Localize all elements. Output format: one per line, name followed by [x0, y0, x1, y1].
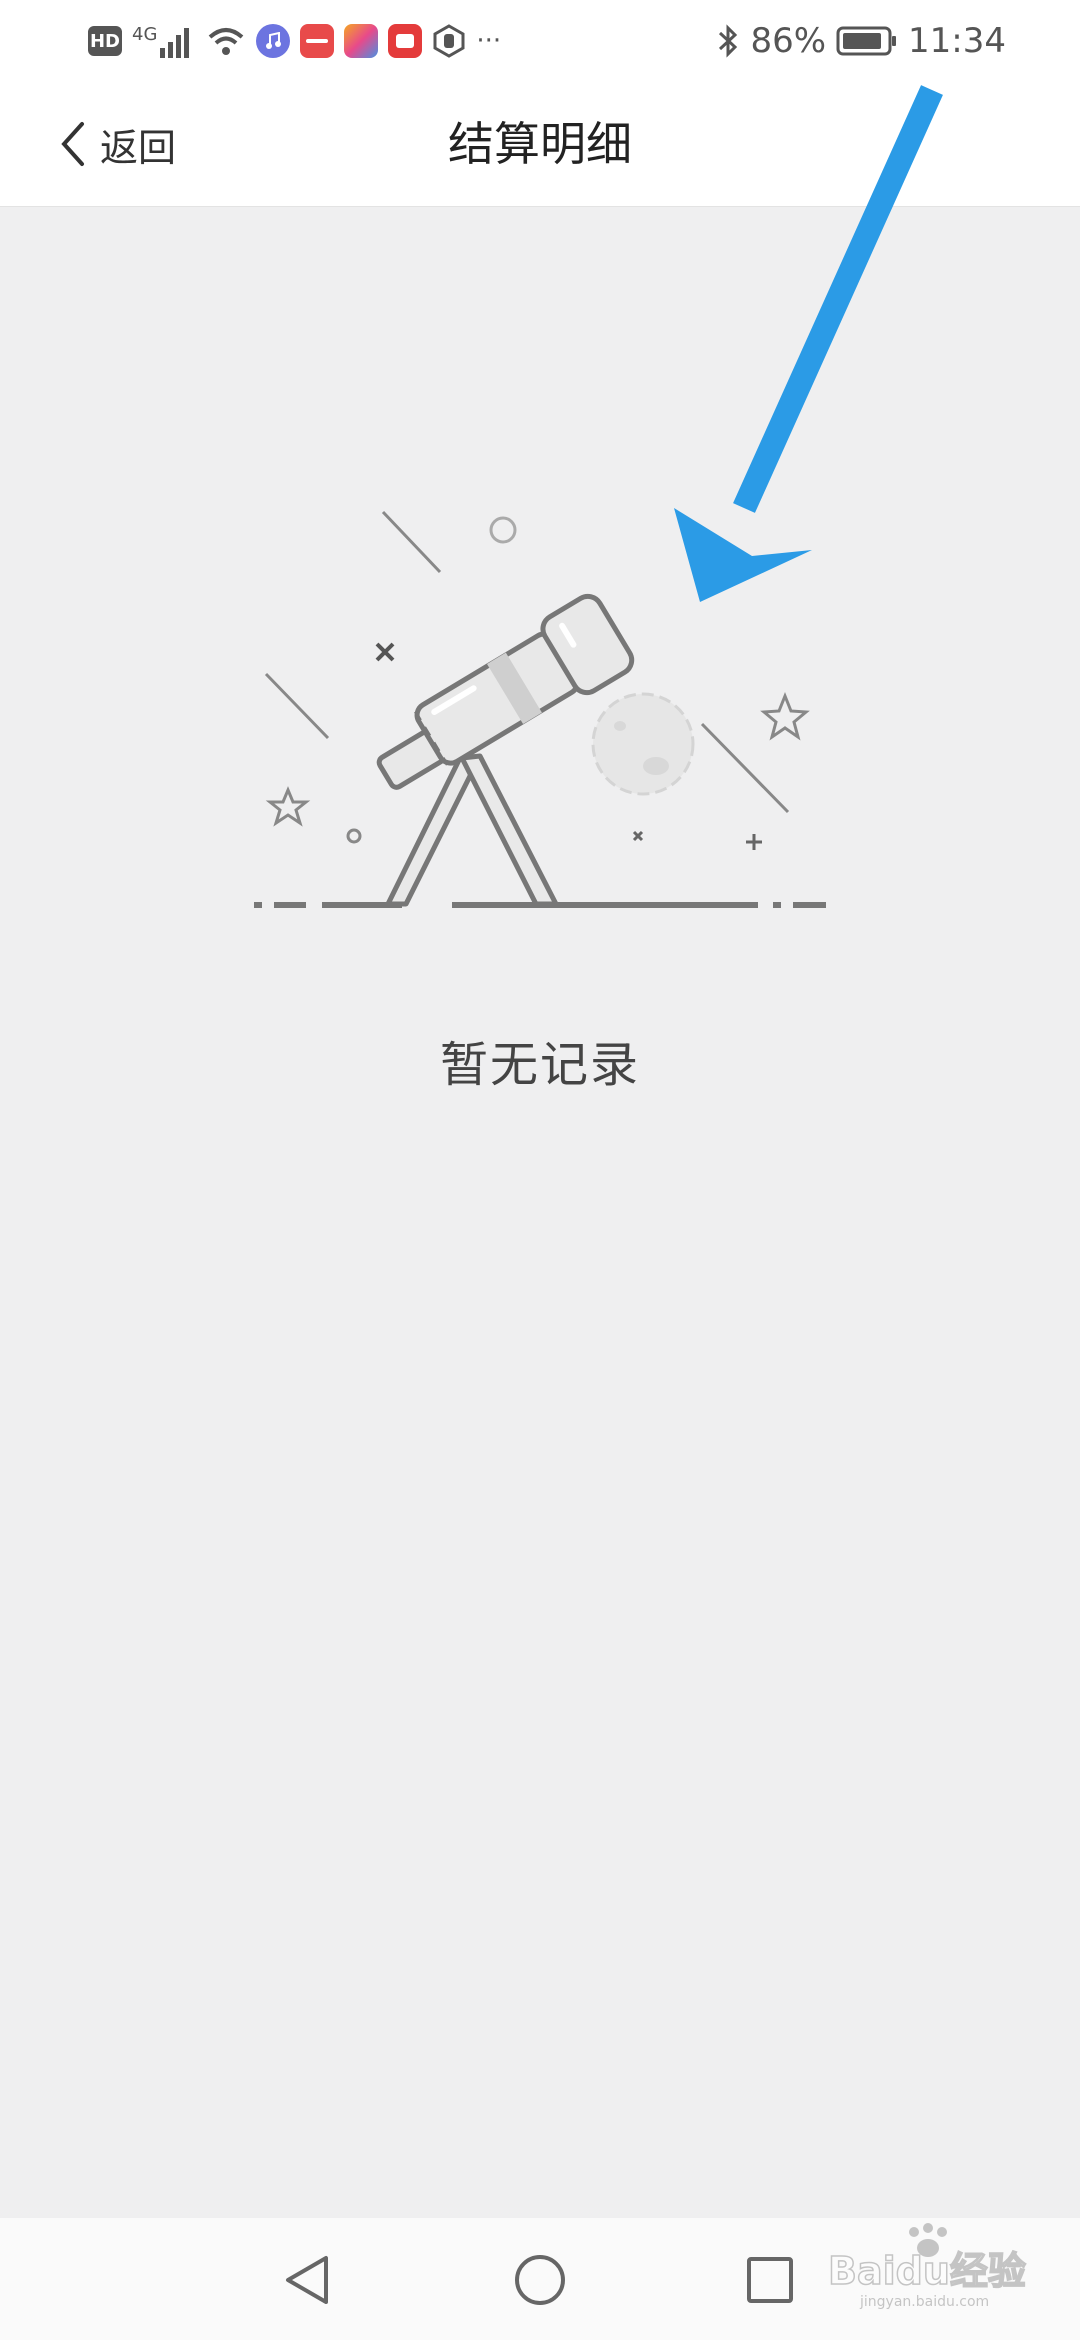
- status-right: 86% 11:34: [716, 18, 1006, 64]
- decor-circle: [489, 516, 517, 544]
- wifi-icon: [209, 28, 244, 55]
- moon-icon: [591, 692, 695, 796]
- nav-back-button[interactable]: [276, 2248, 340, 2312]
- battery-icon: [836, 26, 897, 56]
- star-icon: [265, 786, 311, 827]
- network-type: 4G: [132, 24, 158, 45]
- status-left: HD 4G ···: [88, 18, 501, 64]
- baidu-watermark: Baidu经验 jingyan.baidu.com: [827, 2222, 1068, 2312]
- annotation-arrow-icon: [674, 85, 943, 602]
- hd-icon: HD: [88, 26, 122, 56]
- decor-line: [381, 510, 442, 574]
- decor-circle: [346, 828, 362, 844]
- decor-plus: [746, 834, 762, 850]
- red-app-icon: [388, 24, 423, 58]
- recents-square-icon: [747, 2257, 793, 2303]
- tripod-leg: [459, 753, 559, 907]
- star-icon: [760, 691, 810, 741]
- huawei-app-icon: [300, 24, 335, 58]
- hand-icon: [433, 24, 465, 58]
- signal-icon: [160, 28, 190, 58]
- decor-cross: [375, 642, 395, 662]
- back-label: 返回: [100, 125, 177, 170]
- battery-percent: 86%: [750, 21, 827, 61]
- arrow-shaft: [733, 85, 943, 513]
- decor-cross: [632, 830, 644, 842]
- bluetooth-icon: [719, 24, 738, 58]
- arrow-head: [674, 508, 812, 602]
- network-signal-icon: 4G: [132, 24, 196, 58]
- telescope-icon: [376, 593, 635, 790]
- nav-recents-button[interactable]: [738, 2248, 802, 2312]
- clock: 11:34: [908, 21, 1006, 61]
- baidu-paw-logo: Baidu经验 jingyan.baidu.com: [827, 2223, 1027, 2310]
- back-triangle-icon: [286, 2256, 328, 2304]
- chevron-left-icon: [61, 122, 84, 166]
- decor-line: [700, 722, 790, 814]
- svg-text:Baidu经验: Baidu经验: [828, 2249, 1026, 2293]
- decor-line: [264, 672, 330, 740]
- empty-message: 暂无记录: [439, 1037, 640, 1093]
- back-button[interactable]: 返回: [56, 112, 176, 176]
- home-circle-icon: [515, 2255, 565, 2305]
- more-icon: ···: [476, 26, 502, 56]
- music-app-icon: [256, 24, 291, 58]
- status-bar: HD 4G ··· 86% 11:34: [0, 0, 1080, 82]
- moon-crater: [614, 721, 626, 731]
- moon-crater: [643, 757, 669, 775]
- nav-home-button[interactable]: [508, 2248, 572, 2312]
- svg-text:jingyan.baidu.com: jingyan.baidu.com: [859, 2294, 989, 2310]
- gallery-app-icon: [344, 24, 379, 58]
